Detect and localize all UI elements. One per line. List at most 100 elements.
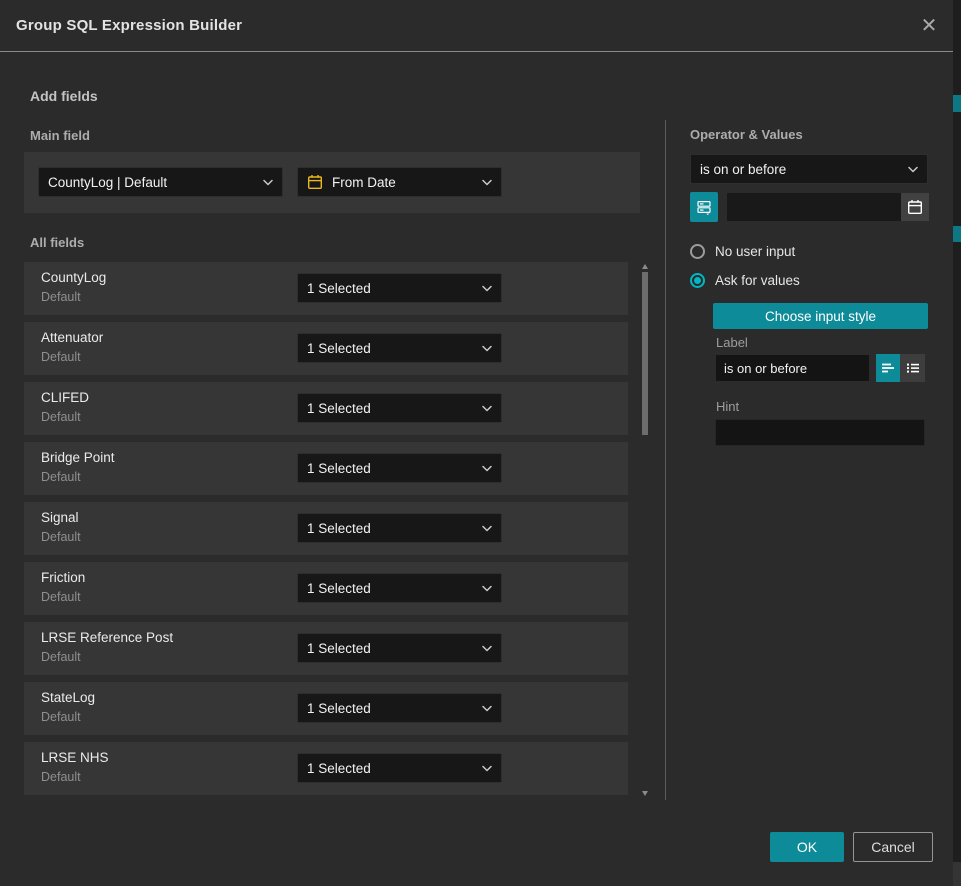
field-row: CLIFED Default 1 Selected: [24, 382, 628, 435]
operator-select[interactable]: is on or before: [690, 154, 928, 184]
radio-circle-icon: [690, 244, 705, 259]
single-line-input-toggle[interactable]: [876, 354, 900, 382]
field-values-select-value: 1 Selected: [307, 461, 476, 476]
radio-ask-for-values[interactable]: Ask for values: [690, 273, 800, 288]
field-subtitle: Default: [41, 530, 81, 544]
calendar-icon: [907, 199, 923, 215]
field-name: Bridge Point: [41, 450, 115, 465]
field-values-select[interactable]: 1 Selected: [297, 633, 502, 663]
bullet-list-icon: [905, 360, 921, 376]
field-subtitle: Default: [41, 350, 81, 364]
field-values-select-value: 1 Selected: [307, 401, 476, 416]
field-values-select[interactable]: 1 Selected: [297, 273, 502, 303]
scrollbar-thumb[interactable]: [642, 272, 648, 435]
field-subtitle: Default: [41, 410, 81, 424]
field-values-select-value: 1 Selected: [307, 281, 476, 296]
radio-circle-checked-icon: [690, 273, 705, 288]
label-input[interactable]: [715, 354, 870, 382]
chevron-down-icon: [482, 345, 492, 352]
chevron-down-icon: [908, 166, 918, 173]
field-values-select-value: 1 Selected: [307, 521, 476, 536]
field-row: Attenuator Default 1 Selected: [24, 322, 628, 375]
field-values-select-value: 1 Selected: [307, 761, 476, 776]
field-select-value: From Date: [332, 175, 476, 190]
hint-caption: Hint: [716, 399, 739, 414]
radio-no-user-input[interactable]: No user input: [690, 244, 795, 259]
field-row: StateLog Default 1 Selected: [24, 682, 628, 735]
layer-select-value: CountyLog | Default: [48, 175, 257, 190]
ok-button[interactable]: OK: [770, 832, 844, 862]
dialog-title: Group SQL Expression Builder: [16, 0, 242, 52]
align-left-icon: [880, 360, 896, 376]
group-sql-expression-builder-dialog: Group SQL Expression Builder ✕ Add field…: [0, 0, 953, 886]
field-values-select[interactable]: 1 Selected: [297, 453, 502, 483]
date-value-input[interactable]: [726, 192, 930, 222]
hint-input[interactable]: [715, 419, 925, 446]
field-select[interactable]: From Date: [297, 167, 502, 197]
radio-no-user-input-label: No user input: [715, 244, 795, 259]
label-caption: Label: [716, 335, 748, 350]
field-name: LRSE Reference Post: [41, 630, 173, 645]
field-values-select[interactable]: 1 Selected: [297, 573, 502, 603]
radio-ask-for-values-label: Ask for values: [715, 273, 800, 288]
background-fragment: [953, 95, 961, 112]
field-subtitle: Default: [41, 590, 81, 604]
field-values-select[interactable]: 1 Selected: [297, 753, 502, 783]
dialog-titlebar: Group SQL Expression Builder ✕: [0, 0, 953, 52]
field-row: Bridge Point Default 1 Selected: [24, 442, 628, 495]
stacked-rows-icon: [696, 199, 712, 215]
field-values-select-value: 1 Selected: [307, 581, 476, 596]
field-name: CountyLog: [41, 270, 106, 285]
main-field-label: Main field: [30, 128, 90, 143]
field-values-select[interactable]: 1 Selected: [297, 333, 502, 363]
field-name: LRSE NHS: [41, 750, 109, 765]
chevron-down-icon: [482, 465, 492, 472]
field-row: LRSE Reference Post Default 1 Selected: [24, 622, 628, 675]
scrollbar-up-arrow[interactable]: [642, 264, 648, 269]
all-fields-list: CountyLog Default 1 Selected Attenuator …: [24, 262, 628, 802]
chevron-down-icon: [482, 285, 492, 292]
field-name: StateLog: [41, 690, 95, 705]
main-field-box: CountyLog | Default From Date: [24, 152, 640, 213]
scrollbar-down-arrow[interactable]: [642, 791, 648, 796]
chevron-down-icon: [482, 645, 492, 652]
field-row: LRSE NHS Default 1 Selected: [24, 742, 628, 795]
chevron-down-icon: [482, 705, 492, 712]
add-fields-heading: Add fields: [30, 88, 98, 104]
field-subtitle: Default: [41, 650, 81, 664]
chevron-down-icon: [482, 525, 492, 532]
input-type-button[interactable]: [690, 192, 718, 222]
layer-select[interactable]: CountyLog | Default: [38, 167, 283, 197]
calendar-icon: [307, 174, 323, 190]
background-fragment: [953, 226, 961, 242]
field-subtitle: Default: [41, 470, 81, 484]
field-values-select-value: 1 Selected: [307, 641, 476, 656]
field-values-select-value: 1 Selected: [307, 701, 476, 716]
calendar-picker-button[interactable]: [901, 193, 929, 221]
field-values-select[interactable]: 1 Selected: [297, 513, 502, 543]
field-row: Friction Default 1 Selected: [24, 562, 628, 615]
field-subtitle: Default: [41, 710, 81, 724]
field-values-select[interactable]: 1 Selected: [297, 693, 502, 723]
chevron-down-icon: [482, 405, 492, 412]
background-app-strip: [953, 0, 961, 886]
operator-values-heading: Operator & Values: [690, 127, 803, 142]
field-name: Attenuator: [41, 330, 103, 345]
list-input-toggle[interactable]: [900, 354, 925, 382]
field-subtitle: Default: [41, 770, 81, 784]
field-name: Friction: [41, 570, 85, 585]
field-subtitle: Default: [41, 290, 81, 304]
list-scrollbar[interactable]: [640, 262, 651, 800]
chevron-down-icon: [482, 179, 492, 186]
choose-input-style-button[interactable]: Choose input style: [713, 303, 928, 329]
field-row: CountyLog Default 1 Selected: [24, 262, 628, 315]
background-fragment: [953, 862, 961, 886]
chevron-down-icon: [482, 765, 492, 772]
field-values-select[interactable]: 1 Selected: [297, 393, 502, 423]
chevron-down-icon: [263, 179, 273, 186]
panel-divider: [665, 120, 666, 800]
cancel-button[interactable]: Cancel: [853, 832, 933, 862]
field-row: Signal Default 1 Selected: [24, 502, 628, 555]
operator-select-value: is on or before: [700, 162, 902, 177]
close-icon[interactable]: ✕: [917, 14, 941, 38]
